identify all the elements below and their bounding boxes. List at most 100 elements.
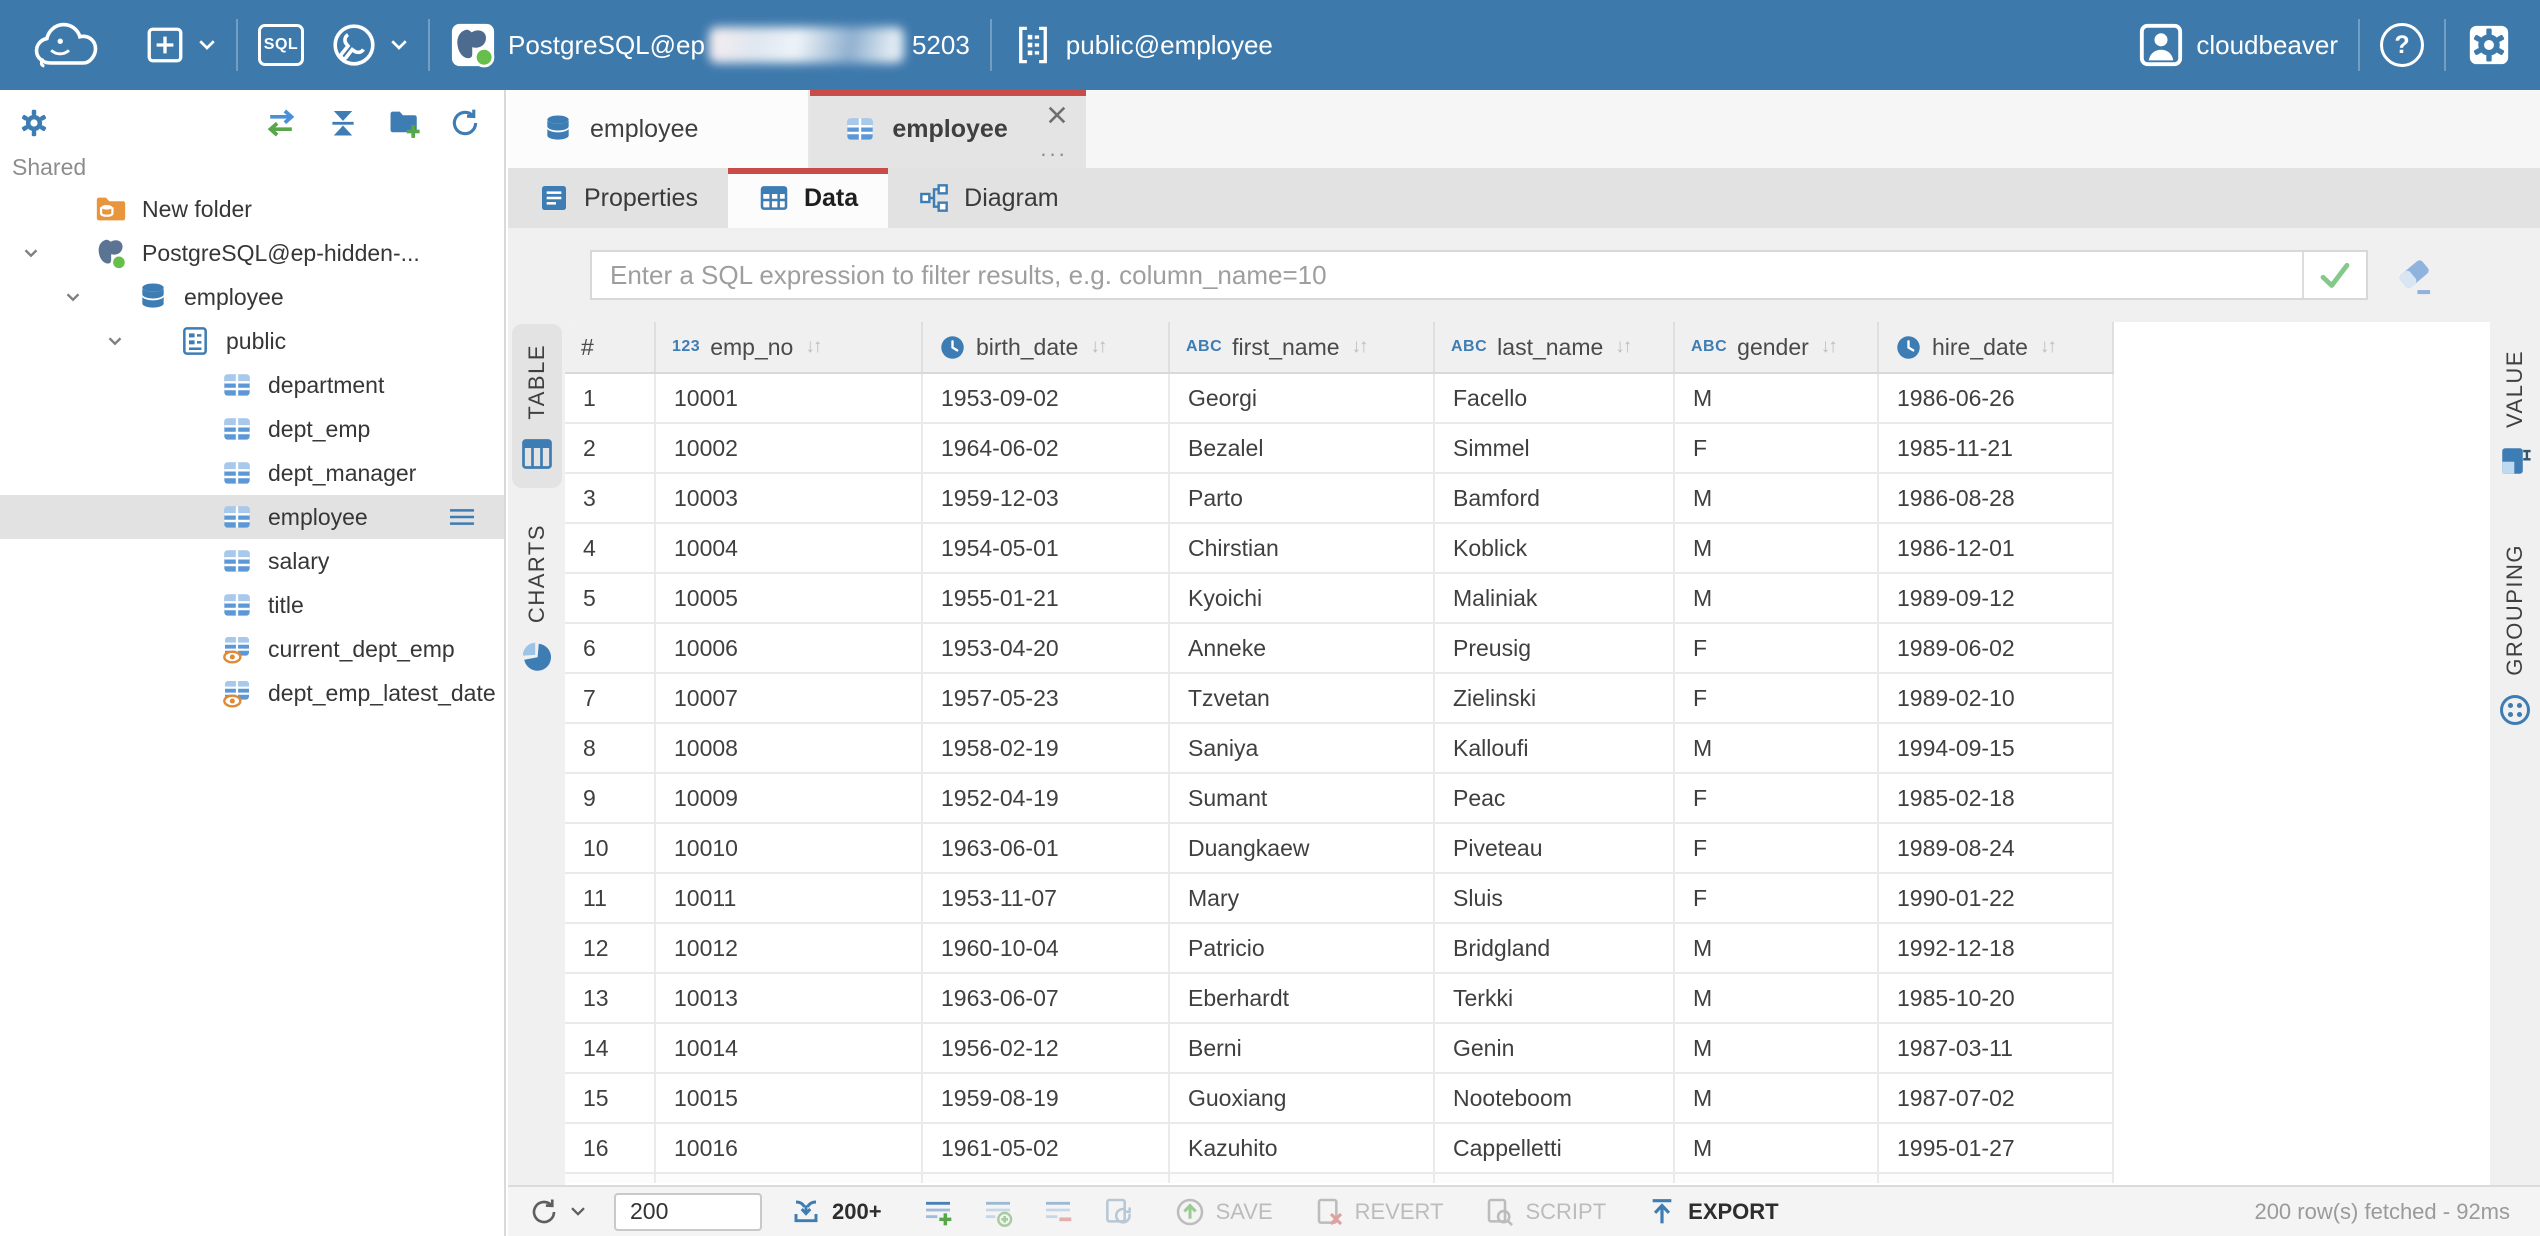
- data-cell-first_name[interactable]: Kazuhito: [1170, 1124, 1435, 1172]
- data-cell-gender[interactable]: M: [1675, 524, 1879, 572]
- new-connection-button[interactable]: [144, 24, 216, 66]
- data-cell-gender[interactable]: F: [1675, 874, 1879, 922]
- revert-button[interactable]: REVERT: [1313, 1196, 1444, 1228]
- data-cell-gender[interactable]: M: [1675, 1124, 1879, 1172]
- data-cell-birth_date[interactable]: 1961-05-02: [923, 1124, 1170, 1172]
- subtab-properties[interactable]: Properties: [508, 168, 728, 228]
- data-cell-first_name[interactable]: Kyoichi: [1170, 574, 1435, 622]
- apply-changes-button[interactable]: [1102, 1196, 1134, 1228]
- data-cell-last_name[interactable]: Nooteboom: [1435, 1074, 1675, 1122]
- data-cell-birth_date[interactable]: 1957-05-23: [923, 674, 1170, 722]
- sort-arrows-icon[interactable]: ↓↑: [2040, 336, 2055, 358]
- cloudbeaver-logo-icon[interactable]: [30, 18, 104, 72]
- data-cell-birth_date[interactable]: 1953-09-02: [923, 374, 1170, 422]
- tree-item-dept-emp[interactable]: dept_emp: [0, 407, 504, 451]
- data-cell-emp_no[interactable]: 10003: [656, 474, 923, 522]
- data-cell-emp_no[interactable]: 10010: [656, 824, 923, 872]
- sql-editor-button[interactable]: SQL: [258, 24, 304, 66]
- data-cell-gender[interactable]: M: [1675, 924, 1879, 972]
- data-cell-first_name[interactable]: Parto: [1170, 474, 1435, 522]
- item-menu-icon[interactable]: [446, 501, 478, 533]
- data-cell-birth_date[interactable]: 1963-06-07: [923, 974, 1170, 1022]
- panel-tab-value[interactable]: VALUE: [2490, 330, 2540, 494]
- data-cell-first_name[interactable]: Saniya: [1170, 724, 1435, 772]
- data-cell-gender[interactable]: M: [1675, 724, 1879, 772]
- tree-item-salary[interactable]: salary: [0, 539, 504, 583]
- sort-arrows-icon[interactable]: ↓↑: [805, 336, 820, 358]
- data-cell-hire_date[interactable]: 1990-01-22: [1879, 874, 2114, 922]
- data-cell-hire_date[interactable]: 1992-12-18: [1879, 924, 2114, 972]
- data-cell-last_name[interactable]: Zielinski: [1435, 674, 1675, 722]
- settings-button[interactable]: [2466, 22, 2512, 68]
- data-cell-hire_date[interactable]: 1989-09-12: [1879, 574, 2114, 622]
- data-cell-hire_date[interactable]: 1986-08-28: [1879, 474, 2114, 522]
- tree-item-dept-emp-latest-date[interactable]: dept_emp_latest_date: [0, 671, 504, 715]
- tree-item-new-folder[interactable]: New folder: [0, 187, 504, 231]
- data-cell-first_name[interactable]: Mary: [1170, 874, 1435, 922]
- presentation-tab-charts[interactable]: CHARTS: [512, 504, 562, 691]
- data-cell-last_name[interactable]: Preusig: [1435, 624, 1675, 672]
- data-cell-birth_date[interactable]: 1959-08-19: [923, 1074, 1170, 1122]
- data-cell-hire_date[interactable]: 1989-06-02: [1879, 624, 2114, 672]
- data-cell-last_name[interactable]: Facello: [1435, 374, 1675, 422]
- data-cell-emp_no[interactable]: 10001: [656, 374, 923, 422]
- clear-filter-button[interactable]: [2392, 254, 2436, 298]
- tree-item-department[interactable]: department: [0, 363, 504, 407]
- panel-tab-grouping[interactable]: GROUPING: [2490, 524, 2540, 744]
- data-cell-first_name[interactable]: Berni: [1170, 1024, 1435, 1072]
- data-cell-first_name[interactable]: Georgi: [1170, 374, 1435, 422]
- new-folder-icon[interactable]: [386, 106, 422, 140]
- data-cell-birth_date[interactable]: 1953-11-07: [923, 874, 1170, 922]
- data-cell-hire_date[interactable]: 1986-06-26: [1879, 374, 2114, 422]
- tree-item-public[interactable]: public: [0, 319, 504, 363]
- data-cell-hire_date[interactable]: 1987-07-02: [1879, 1074, 2114, 1122]
- data-cell-birth_date[interactable]: 1952-04-19: [923, 774, 1170, 822]
- subtab-data[interactable]: Data: [728, 168, 888, 228]
- data-cell-hire_date[interactable]: 1985-02-18: [1879, 774, 2114, 822]
- data-cell-birth_date[interactable]: 1958-02-19: [923, 724, 1170, 772]
- data-cell-first_name[interactable]: Guoxiang: [1170, 1074, 1435, 1122]
- tab-employee-table[interactable]: employee ...: [810, 90, 1085, 168]
- data-cell-birth_date[interactable]: 1960-10-04: [923, 924, 1170, 972]
- data-cell-first_name[interactable]: Eberhardt: [1170, 974, 1435, 1022]
- data-cell-first_name[interactable]: Chirstian: [1170, 524, 1435, 572]
- add-row-button[interactable]: [922, 1196, 954, 1228]
- data-cell-gender[interactable]: M: [1675, 1024, 1879, 1072]
- data-cell-hire_date[interactable]: 1985-10-20: [1879, 974, 2114, 1022]
- expand-chevron-icon[interactable]: [98, 330, 132, 352]
- tree-item-postgresql-ep-hidden-[interactable]: PostgreSQL@ep-hidden-...: [0, 231, 504, 275]
- tree-item-dept-manager[interactable]: dept_manager: [0, 451, 504, 495]
- data-cell-birth_date[interactable]: 1963-06-01: [923, 824, 1170, 872]
- close-tab-icon[interactable]: [1044, 102, 1070, 128]
- data-cell-birth_date[interactable]: 1953-04-20: [923, 624, 1170, 672]
- data-cell-emp_no[interactable]: 10008: [656, 724, 923, 772]
- tree-item-employee[interactable]: employee: [0, 495, 504, 539]
- driver-tools-button[interactable]: [330, 21, 408, 69]
- data-cell-first_name[interactable]: Tzvetan: [1170, 674, 1435, 722]
- collapse-all-icon[interactable]: [326, 106, 360, 140]
- data-cell-hire_date[interactable]: 1989-08-24: [1879, 824, 2114, 872]
- fetch-size-input[interactable]: [614, 1193, 762, 1231]
- refresh-results-button[interactable]: [528, 1196, 586, 1228]
- data-cell-gender[interactable]: M: [1675, 474, 1879, 522]
- data-cell-emp_no[interactable]: 10002: [656, 424, 923, 472]
- column-header-hire_date[interactable]: hire_date↓↑: [1879, 322, 2114, 372]
- data-cell-emp_no[interactable]: 10013: [656, 974, 923, 1022]
- data-cell-last_name[interactable]: Simmel: [1435, 424, 1675, 472]
- data-cell-gender[interactable]: M: [1675, 1074, 1879, 1122]
- tab-employee-database[interactable]: employee: [508, 90, 810, 168]
- sync-connections-icon[interactable]: [262, 106, 300, 140]
- data-cell-birth_date[interactable]: 1954-05-01: [923, 524, 1170, 572]
- data-cell-emp_no[interactable]: 10016: [656, 1124, 923, 1172]
- user-menu[interactable]: cloudbeaver: [2138, 22, 2338, 68]
- refresh-tree-icon[interactable]: [448, 106, 482, 140]
- data-cell-hire_date[interactable]: 1985-11-21: [1879, 424, 2114, 472]
- presentation-tab-table[interactable]: TABLE: [512, 324, 562, 488]
- expand-chevron-icon[interactable]: [56, 286, 90, 308]
- data-cell-first_name[interactable]: Patricio: [1170, 924, 1435, 972]
- data-cell-hire_date[interactable]: 1986-12-01: [1879, 524, 2114, 572]
- data-cell-gender[interactable]: F: [1675, 824, 1879, 872]
- data-cell-last_name[interactable]: Genin: [1435, 1024, 1675, 1072]
- sort-arrows-icon[interactable]: ↓↑: [1352, 336, 1367, 358]
- data-cell-emp_no[interactable]: 10007: [656, 674, 923, 722]
